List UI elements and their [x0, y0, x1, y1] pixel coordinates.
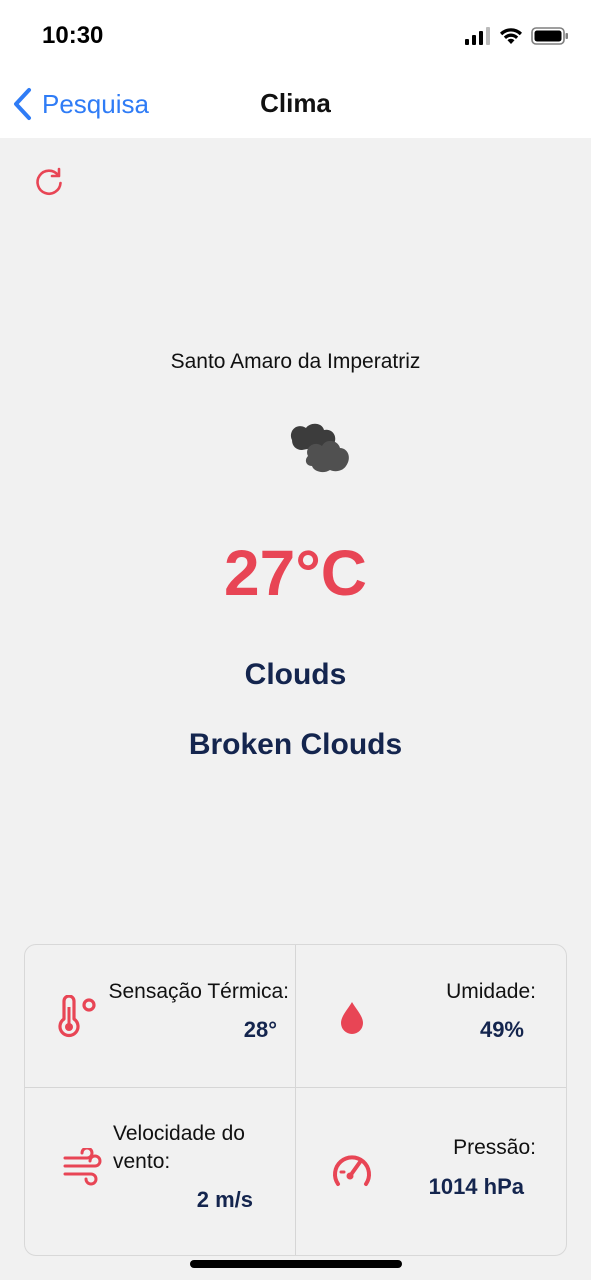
status-bar: 10:30 [0, 0, 591, 72]
signal-icon [465, 27, 490, 45]
wind-speed-label-line2: vento: [113, 1150, 171, 1173]
weather-description: Broken Clouds [188, 728, 403, 761]
humidity-label: Umidade: [446, 980, 536, 1003]
broken-clouds-icon [286, 420, 354, 476]
feels-like-label: Sensação Térmica: [108, 980, 289, 1003]
pressure-value: 1014 hPa [428, 1174, 524, 1199]
wind-speed-label: Velocidade do vento: [113, 1120, 245, 1176]
humidity-value: 49% [479, 1017, 524, 1042]
wifi-icon [500, 28, 522, 44]
feels-like-value: 28° [243, 1017, 277, 1042]
wind-speed-value: 2 m/s [196, 1187, 253, 1212]
weather-main: Clouds [244, 658, 347, 691]
wind-speed-label-line1: Velocidade do [113, 1122, 245, 1145]
wind-speed-cell: Velocidade do vento: 2 m/s [25, 1088, 295, 1255]
home-indicator[interactable] [190, 1260, 402, 1268]
navigation-bar: Pesquisa Clima [0, 72, 591, 138]
refresh-button[interactable] [32, 166, 66, 200]
status-icons [465, 26, 569, 46]
city-name: Santo Amaro da Imperatriz [170, 350, 421, 373]
page-title: Clima [260, 88, 331, 118]
pressure-cell: Pressão: 1014 hPa [296, 1088, 566, 1255]
weather-details-card: Sensação Térmica: 28° Umidade: 49% Veloc… [24, 944, 567, 1256]
humidity-cell: Umidade: 49% [296, 945, 566, 1087]
gauge-icon [333, 1155, 371, 1186]
water-drop-icon [341, 1002, 363, 1034]
battery-icon [531, 27, 568, 45]
wind-icon [63, 1148, 102, 1186]
status-time: 10:30 [42, 22, 104, 49]
refresh-icon [36, 167, 62, 195]
feels-like-cell: Sensação Térmica: 28° [25, 945, 295, 1087]
thermometer-icon [58, 995, 96, 1038]
temperature: 27°C [224, 537, 367, 609]
pressure-label: Pressão: [453, 1136, 536, 1159]
